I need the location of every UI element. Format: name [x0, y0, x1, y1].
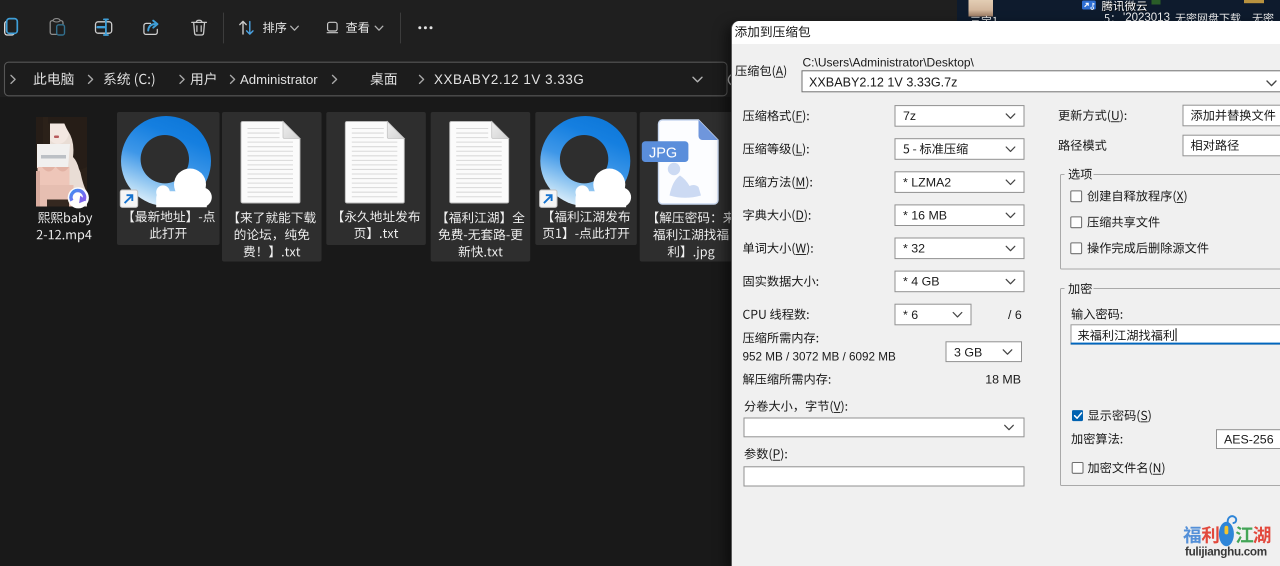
svg-text:/ 6: / 6 — [1008, 308, 1022, 322]
svg-text:C:\Users\Administrator\Desktop: C:\Users\Administrator\Desktop\ — [803, 55, 975, 69]
svg-text:* 32: * 32 — [903, 242, 925, 256]
svg-text:* 16 MB: * 16 MB — [903, 209, 947, 223]
svg-text:AES-256: AES-256 — [1224, 432, 1274, 446]
svg-text:18 MB: 18 MB — [985, 373, 1021, 387]
svg-text:* 4 GB: * 4 GB — [903, 275, 940, 289]
svg-text:3 GB: 3 GB — [954, 345, 982, 359]
svg-text:XXBABY2.12 1V 3.33G.7z: XXBABY2.12 1V 3.33G.7z — [809, 76, 957, 90]
svg-text:7z: 7z — [903, 109, 916, 123]
svg-text:fulijianghu.com: fulijianghu.com — [1185, 545, 1267, 558]
svg-text:* 6: * 6 — [903, 308, 918, 322]
svg-text:* LZMA2: * LZMA2 — [903, 175, 951, 189]
svg-text:952 MB / 3072 MB / 6092 MB: 952 MB / 3072 MB / 6092 MB — [743, 350, 897, 363]
